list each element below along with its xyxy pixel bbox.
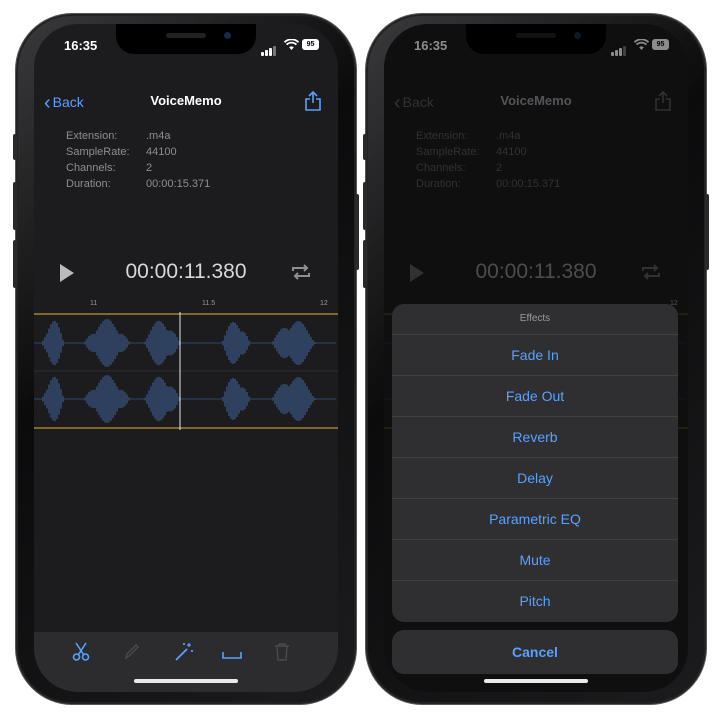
power-button: [355, 194, 359, 270]
volume-down-button: [363, 240, 367, 288]
home-indicator: [484, 679, 588, 683]
power-button: [705, 194, 709, 270]
loop-icon[interactable]: [290, 262, 312, 282]
ruler-tick: 12: [320, 300, 328, 307]
nav-bar: ‹ Back VoiceMemo: [34, 84, 338, 120]
ruler-tick: 11.5: [202, 300, 216, 307]
screen-editor: 16:35 95 ‹ Back VoiceMemo Extension: .m4a …: [34, 24, 338, 692]
effects-title: Effects: [392, 304, 678, 335]
magic-wand-icon[interactable]: [174, 642, 194, 662]
edit-toolbar: [34, 632, 338, 692]
info-row-extension: Extension: .m4a: [66, 130, 171, 142]
player-controls: 00:00:11.380: [34, 256, 338, 296]
wifi-icon: [284, 39, 299, 50]
file-info: Extension: .m4a SampleRate: 44100 Channels…: [66, 128, 210, 192]
phone-left: 16:35 95 ‹ Back VoiceMemo Extension: .m4a …: [13, 14, 359, 704]
waveform[interactable]: [34, 312, 338, 430]
ruler-tick: 11: [90, 300, 98, 307]
effects-action-sheet: Effects Fade In Fade Out Reverb Delay Pa…: [392, 304, 678, 622]
nav-title: VoiceMemo: [150, 93, 222, 108]
mute-switch: [13, 134, 17, 160]
effect-mute[interactable]: Mute: [392, 540, 678, 581]
mute-switch: [363, 134, 367, 160]
home-indicator: [134, 679, 238, 683]
trash-icon[interactable]: [274, 642, 290, 661]
effect-fade-out[interactable]: Fade Out: [392, 376, 678, 417]
phone-right: 16:35 95 ‹ Back VoiceMemo Extension: .m4a …: [363, 14, 709, 704]
effect-parametric-eq[interactable]: Parametric EQ: [392, 499, 678, 540]
effect-fade-in[interactable]: Fade In: [392, 335, 678, 376]
scissors-icon[interactable]: [72, 642, 90, 662]
volume-up-button: [13, 182, 17, 230]
effect-reverb[interactable]: Reverb: [392, 417, 678, 458]
volume-down-button: [13, 240, 17, 288]
battery-icon: 95: [302, 39, 319, 50]
share-icon[interactable]: [304, 90, 322, 112]
info-row-samplerate: SampleRate: 44100: [66, 146, 177, 158]
space-icon[interactable]: [222, 646, 242, 660]
screen-effects: 16:35 95 ‹ Back VoiceMemo Extension: .m4a …: [384, 24, 688, 692]
info-row-channels: Channels: 2: [66, 162, 153, 174]
cellular-signal-icon: [261, 41, 277, 56]
pencil-icon[interactable]: [124, 642, 140, 660]
time-ruler: 11 11.5 12: [34, 300, 338, 312]
cancel-button[interactable]: Cancel: [392, 630, 678, 674]
volume-up-button: [363, 182, 367, 230]
status-time: 16:35: [64, 38, 98, 53]
status-bar: 16:35 95: [34, 38, 338, 56]
info-row-duration: Duration: 00:00:15.371: [66, 178, 211, 190]
effect-delay[interactable]: Delay: [392, 458, 678, 499]
effect-pitch[interactable]: Pitch: [392, 581, 678, 621]
